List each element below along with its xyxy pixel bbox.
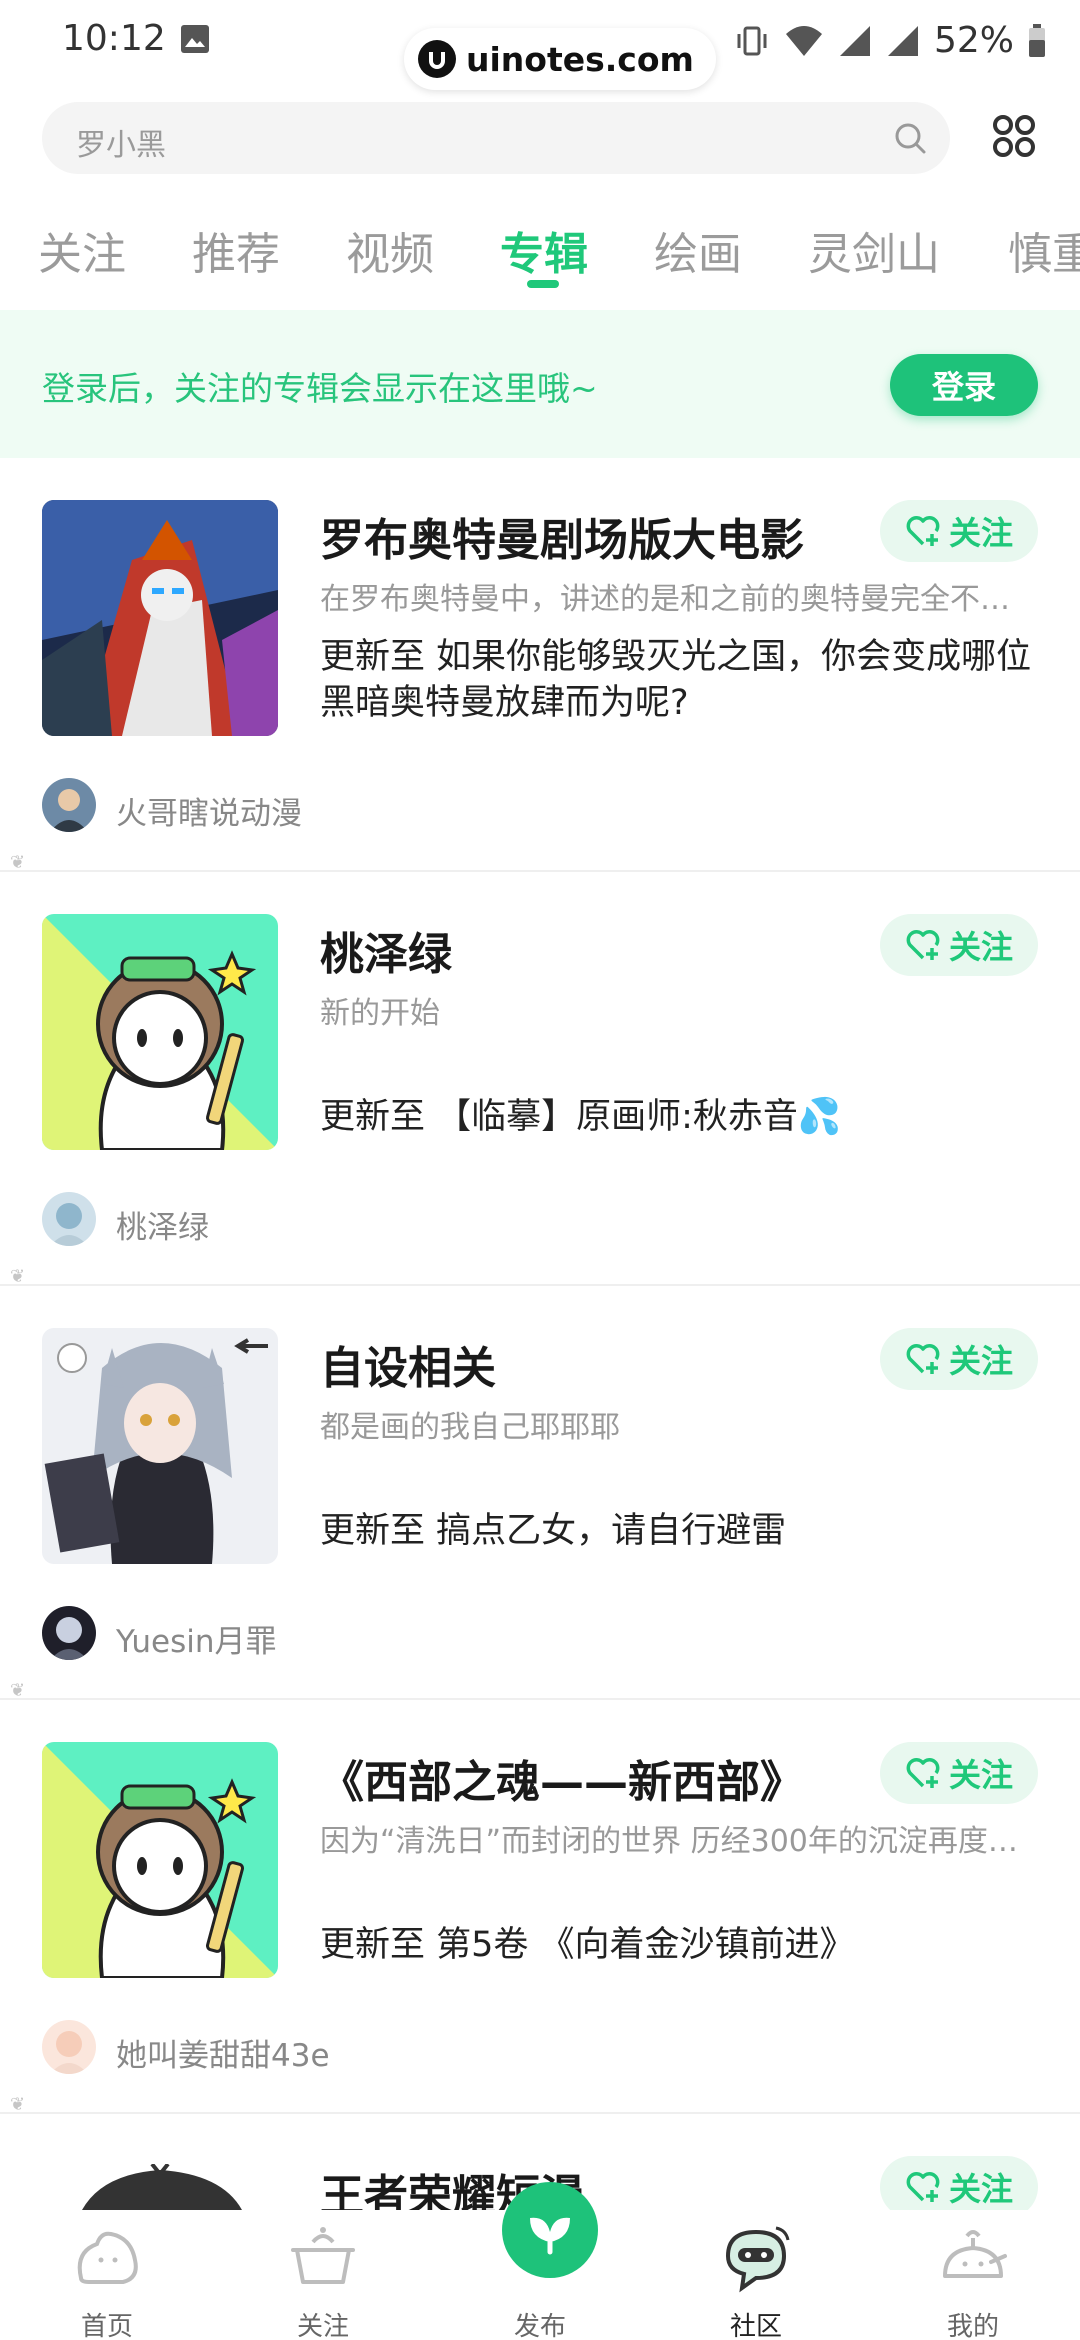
battery-icon: [1029, 23, 1045, 57]
album-description: 因为“清洗日”而封闭的世界 历经300年的沉淀再度开启: [320, 1824, 1020, 1859]
active-tab-indicator: [527, 280, 559, 288]
author-name[interactable]: 她叫姜甜甜43e: [116, 2030, 330, 2075]
home-icon: [77, 2231, 138, 2284]
tab-album[interactable]: 专辑: [500, 218, 588, 282]
follow-button[interactable]: 关注: [880, 914, 1038, 976]
watermark-text: uinotes.com: [466, 39, 694, 79]
watermark-logo-icon: [418, 40, 456, 78]
corner-mark-icon: ❦: [10, 1266, 26, 1287]
album-card[interactable]: 罗布奥特曼剧场版大电影 关注 在罗布奥特曼中，讲述的是和之前的奥特曼完全不同的故…: [0, 458, 1080, 873]
album-latest-update[interactable]: 更新至 如果你能够毁灭光之国，你会变成哪位黑暗奥特曼放肆而为呢?: [320, 634, 1040, 726]
nav-label: 关注: [296, 2312, 349, 2340]
album-description: 在罗布奥特曼中，讲述的是和之前的奥特曼完全不同的故事: [320, 582, 1020, 617]
author-name[interactable]: 桃泽绿: [116, 1202, 209, 1247]
wifi-icon: [785, 25, 822, 56]
login-hint-text: 登录后，关注的专辑会显示在这里哦~: [42, 369, 598, 408]
nav-label: 我的: [946, 2312, 999, 2340]
corner-mark-icon: ❦: [10, 2094, 26, 2115]
nav-label: 社区: [729, 2312, 782, 2340]
album-cover-image[interactable]: [42, 500, 278, 736]
album-latest-update[interactable]: 更新至 第5卷 《向着金沙镇前进》: [320, 1922, 1040, 1968]
image-notification-icon: [181, 25, 209, 53]
vibrate-icon: [737, 26, 767, 55]
tab-follow[interactable]: 关注: [38, 218, 126, 282]
album-cover-image[interactable]: [42, 914, 278, 1150]
album-card[interactable]: 自设相关 关注 都是画的我自己耶耶耶 更新至 搞点乙女，请自行避雷 Yuesin…: [0, 1286, 1080, 1701]
nav-home[interactable]: 首页: [37, 2210, 177, 2340]
follow-label: 关注: [948, 2170, 1013, 2208]
status-time: 10:12: [62, 18, 166, 59]
corner-mark-icon: ❦: [10, 1680, 26, 1701]
album-title[interactable]: 罗布奥特曼剧场版大电影: [320, 504, 804, 568]
nav-publish[interactable]: 发布: [470, 2182, 610, 2340]
album-cover-image[interactable]: [42, 1328, 278, 1564]
author-name[interactable]: 火哥瞎说动漫: [116, 788, 302, 833]
login-banner: 登录后，关注的专辑会显示在这里哦~ 登录: [0, 310, 1080, 458]
follow-button[interactable]: 关注: [880, 500, 1038, 562]
battery-percent: 52%: [933, 20, 1014, 61]
corner-mark-icon: ❦: [10, 852, 26, 873]
tab-lingjianshan[interactable]: 灵剑山: [808, 218, 940, 282]
heart-plus-icon: [906, 930, 940, 960]
nav-community[interactable]: 社区: [686, 2210, 826, 2340]
album-title[interactable]: 桃泽绿: [320, 918, 452, 982]
avatar[interactable]: [42, 1192, 96, 1246]
nav-label: 首页: [80, 2312, 133, 2340]
follow-label: 关注: [948, 514, 1013, 552]
album-card[interactable]: 《西部之魂——新西部》 关注 因为“清洗日”而封闭的世界 历经300年的沉淀再度…: [0, 1700, 1080, 2115]
tab-recommend[interactable]: 推荐: [192, 218, 280, 282]
avatar[interactable]: [42, 2020, 96, 2074]
tab-painting[interactable]: 绘画: [654, 218, 742, 282]
album-description: 都是画的我自己耶耶耶: [320, 1410, 620, 1445]
tab-shenzhong[interactable]: 慎重: [1008, 218, 1080, 282]
signal-icon: [839, 25, 870, 56]
follow-label: 关注: [948, 928, 1013, 966]
nav-follow[interactable]: 关注: [253, 2210, 393, 2340]
nav-profile[interactable]: 我的: [903, 2210, 1043, 2340]
avatar[interactable]: [42, 778, 96, 832]
album-title[interactable]: 自设相关: [320, 1332, 496, 1396]
tab-video[interactable]: 视频: [346, 218, 434, 282]
search-placeholder: 罗小黑: [76, 128, 166, 163]
watermark-badge: uinotes.com: [404, 28, 716, 90]
category-grid-icon[interactable]: [990, 112, 1038, 160]
heart-plus-icon: [906, 516, 940, 546]
album-card[interactable]: 桃泽绿 关注 新的开始 更新至 【临摹】原画师:秋赤音💦 桃泽绿 ❦: [0, 872, 1080, 1287]
publish-button[interactable]: [502, 2182, 598, 2278]
publish-icon: [530, 2217, 570, 2255]
follow-button[interactable]: 关注: [880, 1742, 1038, 1804]
follow-icon: [291, 2227, 355, 2284]
author-name[interactable]: Yuesin月罪: [116, 1616, 277, 1661]
category-tabs: 关注 推荐 视频 专辑 绘画 灵剑山 慎重: [0, 210, 1080, 290]
avatar[interactable]: [42, 1606, 96, 1660]
status-bar: 10:12 uinotes.com 52%: [0, 0, 1080, 90]
album-description: 新的开始: [320, 996, 440, 1031]
album-latest-update[interactable]: 更新至 【临摹】原画师:秋赤音💦: [320, 1094, 1040, 1140]
search-input[interactable]: 罗小黑: [42, 102, 950, 174]
follow-button[interactable]: 关注: [880, 2156, 1038, 2210]
follow-label: 关注: [948, 1756, 1013, 1794]
album-latest-update[interactable]: 更新至 搞点乙女，请自行避雷: [320, 1508, 1040, 1554]
heart-plus-icon: [906, 1344, 940, 1374]
signal-icon-2: [887, 25, 918, 56]
nav-label: 发布: [513, 2312, 566, 2340]
album-title[interactable]: 《西部之魂——新西部》: [320, 1746, 804, 1810]
community-icon: [725, 2226, 790, 2293]
search-icon[interactable]: [892, 120, 928, 156]
bottom-nav: 首页 关注 发布 社区 我的: [0, 2182, 1080, 2340]
heart-plus-icon: [906, 1758, 940, 1788]
profile-icon: [943, 2230, 1007, 2278]
follow-label: 关注: [948, 1342, 1013, 1380]
follow-button[interactable]: 关注: [880, 1328, 1038, 1390]
status-icons: 52%: [734, 20, 1046, 61]
album-cover-image[interactable]: [42, 2164, 278, 2210]
album-cover-image[interactable]: [42, 1742, 278, 1978]
heart-plus-icon: [906, 2172, 940, 2202]
login-button[interactable]: 登录: [890, 354, 1038, 416]
